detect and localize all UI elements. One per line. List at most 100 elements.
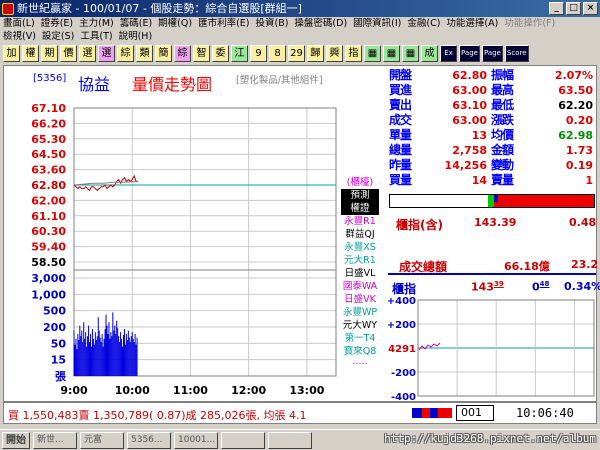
- toolbar-button[interactable]: 類: [136, 44, 153, 62]
- toolbar-button[interactable]: 8: [269, 44, 286, 62]
- maximize-button[interactable]: □: [566, 2, 581, 15]
- toolbar-button[interactable]: 29: [288, 44, 305, 62]
- menu-item[interactable]: 投資(B): [255, 17, 288, 30]
- quote-value: 0.20: [565, 114, 593, 127]
- toolbar-button[interactable]: 權: [22, 44, 39, 62]
- menu-item[interactable]: 期權(Q): [158, 17, 192, 30]
- mini-index-line: [418, 342, 441, 351]
- menu-item[interactable]: 畫面(L): [3, 17, 35, 30]
- quote-row: 賣出 63.10 最低 62.20: [389, 98, 595, 113]
- taskbar-item[interactable]: 元富: [80, 431, 124, 449]
- close-button[interactable]: ×: [583, 2, 598, 15]
- mini-tick-label: -400: [391, 392, 416, 400]
- mini-index-value: 14339: [471, 280, 504, 294]
- toolbar-button[interactable]: 委: [212, 44, 229, 62]
- menu-item[interactable]: 說明(H): [119, 30, 153, 43]
- quote-key: 漲跌: [491, 113, 514, 127]
- toolbar-button[interactable]: Ex: [440, 44, 457, 62]
- toolbar-button[interactable]: Page: [459, 44, 480, 62]
- mini-index-chart[interactable]: +400 +200 14291 -200 -400: [388, 294, 596, 400]
- toolbar-button[interactable]: 江: [231, 44, 248, 62]
- taskbar-item[interactable]: [268, 431, 312, 449]
- menu-bar-row2: 檢視(V) 設定(S) 工具(T) 說明(H): [0, 30, 600, 43]
- menu-item[interactable]: 工具(T): [80, 30, 112, 43]
- quote-value: 63.00: [452, 84, 487, 97]
- otc-index-change: 0.48: [569, 216, 597, 229]
- broker-item[interactable]: 第一T4: [341, 332, 379, 345]
- taskbar-item[interactable]: 新世...: [33, 431, 77, 449]
- toolbar-button[interactable]: 綜: [117, 44, 134, 62]
- broker-item[interactable]: 永豐XS: [341, 241, 379, 254]
- toolbar-button[interactable]: 選: [79, 44, 96, 62]
- menu-item[interactable]: 證券(E): [41, 17, 73, 30]
- quote-row: 開盤 62.80 振幅 2.07%: [389, 68, 595, 83]
- toolbar-button[interactable]: 價: [60, 44, 77, 62]
- toolbar-button[interactable]: 興: [326, 44, 343, 62]
- broker-item[interactable]: 預測: [341, 189, 379, 202]
- price-volume-chart[interactable]: 67.10 66.20 65.30 64.50 63.60 62.80 62.00 61.10…: [4, 66, 338, 401]
- broker-item[interactable]: 寶來Q8: [341, 345, 379, 358]
- broker-item[interactable]: 永豐WP: [341, 306, 379, 319]
- minimize-button[interactable]: _: [549, 2, 564, 15]
- broker-item[interactable]: 日盛VL: [341, 267, 379, 280]
- menu-item[interactable]: 檢視(V): [3, 30, 36, 43]
- taskbar-item[interactable]: 10001...: [174, 431, 218, 449]
- toolbar-button[interactable]: 指: [345, 44, 362, 62]
- menu-item[interactable]: 功能選擇(A): [446, 17, 498, 30]
- toolbar-button[interactable]: Score: [504, 44, 529, 62]
- quote-key: 振幅: [491, 68, 514, 82]
- toolbar-button[interactable]: 選: [98, 44, 115, 62]
- turnover-change: 23.2: [571, 258, 599, 271]
- broker-item[interactable]: 永豐R1: [341, 215, 379, 228]
- broker-item[interactable]: ·····: [341, 358, 379, 371]
- menu-item[interactable]: 主力(M): [79, 17, 114, 30]
- mini-tick-label: -200: [391, 368, 416, 379]
- toolbar-button[interactable]: 智: [193, 44, 210, 62]
- taskbar-item[interactable]: 5356...: [127, 431, 171, 449]
- quote-row: 買量 14 賣量 1: [389, 173, 595, 188]
- broker-item[interactable]: (櫃檯): [341, 176, 379, 189]
- toolbar-button[interactable]: 歸: [307, 44, 324, 62]
- menu-item[interactable]: 設定(S): [42, 30, 74, 43]
- volume-tick-label: 500: [43, 305, 66, 318]
- broker-item[interactable]: 元大WY: [341, 319, 379, 332]
- divider: [388, 273, 596, 275]
- menu-item[interactable]: 匯市利率(E): [198, 17, 249, 30]
- stock-input[interactable]: 001: [456, 405, 494, 421]
- menu-item[interactable]: 功能操作(F): [504, 17, 555, 30]
- toolbar-button[interactable]: 成: [421, 44, 438, 62]
- toolbar-button[interactable]: 9: [250, 44, 267, 62]
- start-button[interactable]: 開始: [2, 431, 30, 449]
- menu-item[interactable]: 金融(C): [407, 17, 440, 30]
- broker-item[interactable]: 元大R1: [341, 254, 379, 267]
- toolbar-button[interactable]: ▦: [364, 44, 381, 62]
- quote-value: 13: [471, 129, 487, 142]
- quote-value: 63.10: [452, 99, 487, 112]
- time-tick-label: 9:00: [60, 384, 88, 397]
- quote-value: 0.19: [565, 159, 593, 172]
- quote-value: 1.73: [565, 144, 593, 157]
- menu-item[interactable]: 操盤密碼(D): [294, 17, 347, 30]
- toolbar-button[interactable]: ▦: [383, 44, 400, 62]
- quote-row: 昨量 14,256 變動 0.19: [389, 158, 595, 173]
- menu-item[interactable]: 國際資訊(I): [353, 17, 401, 30]
- broker-item[interactable]: 日盛VK: [341, 293, 379, 306]
- toolbar-button[interactable]: 簡: [155, 44, 172, 62]
- taskbar-item[interactable]: [221, 431, 265, 449]
- broker-item[interactable]: 群益QJ: [341, 228, 379, 241]
- broker-item[interactable]: 國泰WA: [341, 280, 379, 293]
- otc-index-value: 143.39: [474, 216, 517, 229]
- toolbar-button[interactable]: 期: [41, 44, 58, 62]
- price-tick-label: 67.10: [31, 102, 66, 115]
- toolbar-button[interactable]: Page: [481, 44, 503, 62]
- turnover-value: 66.18億: [504, 260, 550, 273]
- toolbar-button[interactable]: ▦: [402, 44, 419, 62]
- quote-row: 買進 63.00 最高 63.50: [389, 83, 595, 98]
- mini-meter: [412, 408, 452, 418]
- menu-item[interactable]: 籌碼(E): [120, 17, 152, 30]
- quote-value: 1: [585, 174, 593, 187]
- toolbar-button[interactable]: 綜: [174, 44, 191, 62]
- price-tick-label: 66.20: [31, 117, 66, 130]
- broker-item[interactable]: 權證: [341, 202, 379, 215]
- toolbar-button[interactable]: 加: [3, 44, 20, 62]
